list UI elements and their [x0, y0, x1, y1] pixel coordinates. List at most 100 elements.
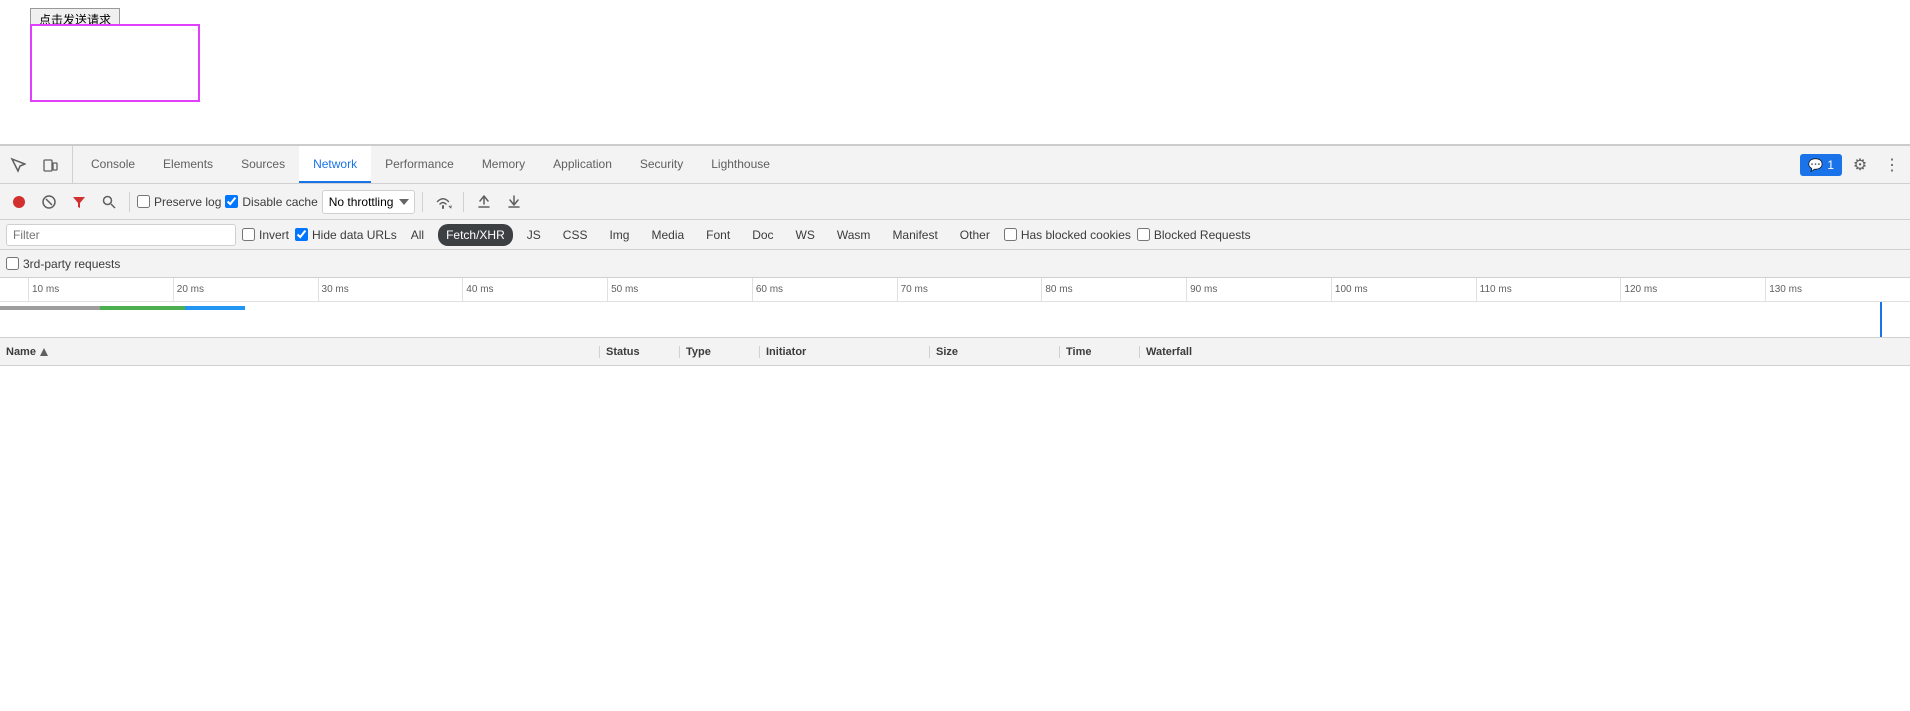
- tick-10ms: 10 ms: [28, 278, 173, 301]
- timeline-graph: [0, 302, 1910, 337]
- preserve-log-text: Preserve log: [154, 195, 221, 209]
- blocked-requests-text: Blocked Requests: [1154, 228, 1251, 242]
- invert-text: Invert: [259, 228, 289, 242]
- svg-text:+: +: [449, 204, 452, 210]
- invert-checkbox[interactable]: [242, 228, 255, 241]
- tick-60ms: 60 ms: [752, 278, 897, 301]
- has-blocked-cookies-text: Has blocked cookies: [1021, 228, 1131, 242]
- blocked-requests-label[interactable]: Blocked Requests: [1137, 228, 1251, 242]
- network-table: Name Status Type Initiator Size Time Wat…: [0, 338, 1910, 711]
- has-blocked-cookies-label[interactable]: Has blocked cookies: [1004, 228, 1131, 242]
- toolbar-separator-3: [463, 192, 464, 212]
- tick-70ms: 70 ms: [897, 278, 1042, 301]
- filter-all-button[interactable]: All: [403, 224, 432, 246]
- tab-elements[interactable]: Elements: [149, 146, 227, 183]
- has-blocked-cookies-checkbox[interactable]: [1004, 228, 1017, 241]
- third-party-checkbox[interactable]: [6, 257, 19, 270]
- third-party-label[interactable]: 3rd-party requests: [6, 257, 120, 271]
- network-toolbar: Preserve log Disable cache No throttling…: [0, 184, 1910, 220]
- toolbar-separator-1: [129, 192, 130, 212]
- tick-100ms: 100 ms: [1331, 278, 1476, 301]
- tab-lighthouse[interactable]: Lighthouse: [697, 146, 784, 183]
- hide-data-urls-checkbox[interactable]: [295, 228, 308, 241]
- filter-css-button[interactable]: CSS: [555, 224, 596, 246]
- timeline-area: 10 ms 20 ms 30 ms 40 ms 50 ms 60 ms 70 m…: [0, 278, 1910, 338]
- throttle-select[interactable]: No throttling Fast 3G Slow 3G Offline: [322, 190, 415, 214]
- disable-cache-checkbox[interactable]: [225, 195, 238, 208]
- inspect-element-button[interactable]: [4, 151, 32, 179]
- filter-row: Invert Hide data URLs All Fetch/XHR JS C…: [0, 220, 1910, 250]
- tick-40ms: 40 ms: [462, 278, 607, 301]
- tab-memory[interactable]: Memory: [468, 146, 539, 183]
- col-header-waterfall[interactable]: Waterfall: [1140, 346, 1910, 358]
- page-box: [30, 24, 200, 102]
- col-header-initiator[interactable]: Initiator: [760, 346, 930, 358]
- tab-network[interactable]: Network: [299, 146, 371, 183]
- hide-data-urls-text: Hide data URLs: [312, 228, 397, 242]
- tab-security[interactable]: Security: [626, 146, 697, 183]
- col-header-type[interactable]: Type: [680, 346, 760, 358]
- disable-cache-label[interactable]: Disable cache: [225, 195, 317, 209]
- feedback-button[interactable]: 💬 1: [1800, 154, 1842, 176]
- tick-80ms: 80 ms: [1041, 278, 1186, 301]
- search-button[interactable]: [96, 189, 122, 215]
- filter-button[interactable]: [66, 189, 92, 215]
- tick-50ms: 50 ms: [607, 278, 752, 301]
- third-party-text: 3rd-party requests: [23, 257, 120, 271]
- tick-20ms: 20 ms: [173, 278, 318, 301]
- devtools-panel: Console Elements Sources Network Perform…: [0, 145, 1910, 711]
- settings-button[interactable]: ⚙: [1846, 151, 1874, 179]
- filter-img-button[interactable]: Img: [601, 224, 637, 246]
- filter-doc-button[interactable]: Doc: [744, 224, 781, 246]
- tab-application[interactable]: Application: [539, 146, 626, 183]
- tick-110ms: 110 ms: [1476, 278, 1621, 301]
- col-header-size[interactable]: Size: [930, 346, 1060, 358]
- feedback-icon: 💬: [1808, 158, 1823, 172]
- filter-input[interactable]: [6, 224, 236, 246]
- preserve-log-checkbox[interactable]: [137, 195, 150, 208]
- toolbar-separator-2: [422, 192, 423, 212]
- preserve-log-label[interactable]: Preserve log: [137, 195, 221, 209]
- export-har-button[interactable]: [501, 189, 527, 215]
- col-header-name[interactable]: Name: [0, 346, 600, 358]
- col-header-time[interactable]: Time: [1060, 346, 1140, 358]
- invert-label[interactable]: Invert: [242, 228, 289, 242]
- filter-fetch-xhr-button[interactable]: Fetch/XHR: [438, 224, 513, 246]
- third-party-row: 3rd-party requests: [0, 250, 1910, 278]
- tick-130ms: 130 ms: [1765, 278, 1910, 301]
- tick-30ms: 30 ms: [318, 278, 463, 301]
- device-toolbar-button[interactable]: [36, 151, 64, 179]
- network-conditions-button[interactable]: +: [430, 189, 456, 215]
- table-body: [0, 366, 1910, 711]
- blocked-requests-checkbox[interactable]: [1137, 228, 1150, 241]
- filter-media-button[interactable]: Media: [643, 224, 692, 246]
- col-header-status[interactable]: Status: [600, 346, 680, 358]
- filter-ws-button[interactable]: WS: [788, 224, 823, 246]
- filter-other-button[interactable]: Other: [952, 224, 998, 246]
- record-button[interactable]: [6, 189, 32, 215]
- tab-console[interactable]: Console: [77, 146, 149, 183]
- filter-js-button[interactable]: JS: [519, 224, 549, 246]
- minibar-gray: [0, 306, 100, 310]
- devtools-tab-bar: Console Elements Sources Network Perform…: [0, 146, 1910, 184]
- tick-120ms: 120 ms: [1620, 278, 1765, 301]
- page-area: 点击发送请求: [0, 0, 1910, 145]
- devtools-icon-group: [4, 146, 73, 183]
- disable-cache-text: Disable cache: [242, 195, 317, 209]
- tab-sources[interactable]: Sources: [227, 146, 299, 183]
- hide-data-urls-label[interactable]: Hide data URLs: [295, 228, 397, 242]
- feedback-count: 1: [1827, 158, 1834, 172]
- filter-manifest-button[interactable]: Manifest: [884, 224, 945, 246]
- waterfall-marker-line: [1880, 302, 1882, 337]
- minibar-blue: [185, 306, 245, 310]
- import-har-button[interactable]: [471, 189, 497, 215]
- timeline-ticks: 10 ms 20 ms 30 ms 40 ms 50 ms 60 ms 70 m…: [0, 278, 1910, 302]
- more-options-button[interactable]: ⋮: [1878, 151, 1906, 179]
- stop-button[interactable]: [36, 189, 62, 215]
- table-header: Name Status Type Initiator Size Time Wat…: [0, 338, 1910, 366]
- tick-90ms: 90 ms: [1186, 278, 1331, 301]
- tab-performance[interactable]: Performance: [371, 146, 468, 183]
- tab-bar-right: 💬 1 ⚙ ⋮: [1800, 151, 1906, 179]
- filter-font-button[interactable]: Font: [698, 224, 738, 246]
- filter-wasm-button[interactable]: Wasm: [829, 224, 879, 246]
